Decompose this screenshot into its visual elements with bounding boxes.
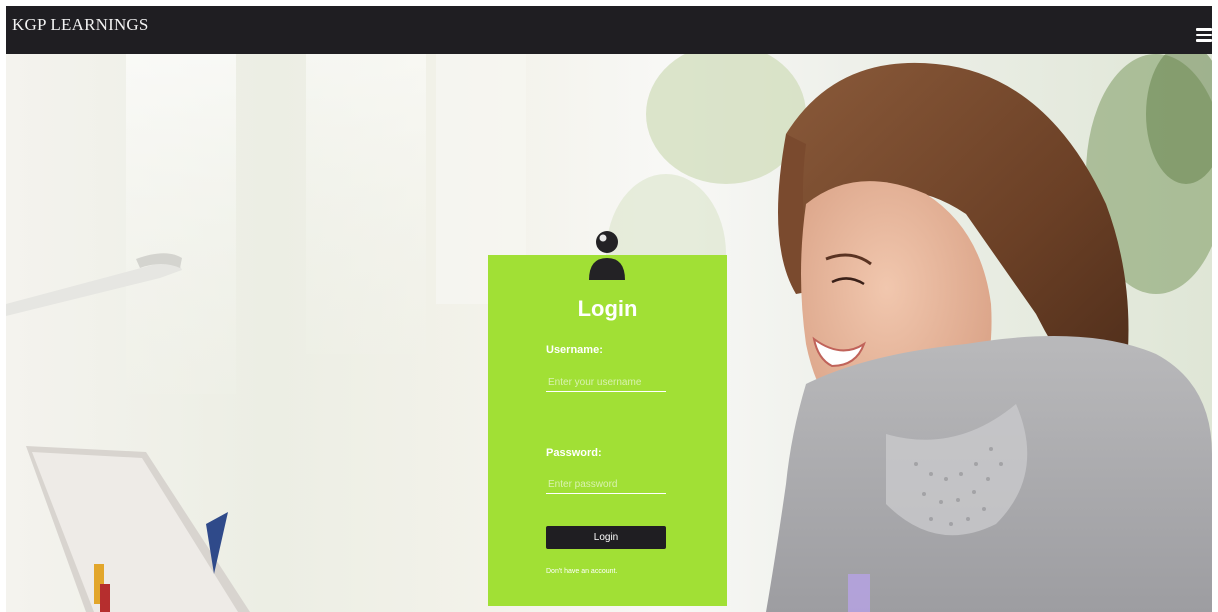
navbar: KGP LEARNINGS	[6, 6, 1212, 54]
hamburger-menu-icon[interactable]	[1196, 28, 1212, 42]
password-label: Password:	[546, 447, 602, 459]
username-label: Username:	[546, 344, 603, 356]
password-input[interactable]	[546, 476, 666, 494]
brand-logo[interactable]: KGP LEARNINGS	[12, 15, 149, 35]
login-button[interactable]: Login	[546, 526, 666, 549]
signup-link[interactable]: Don't have an account.	[546, 568, 617, 575]
username-input[interactable]	[546, 374, 666, 392]
user-icon	[589, 231, 625, 280]
login-title: Login	[577, 296, 638, 321]
